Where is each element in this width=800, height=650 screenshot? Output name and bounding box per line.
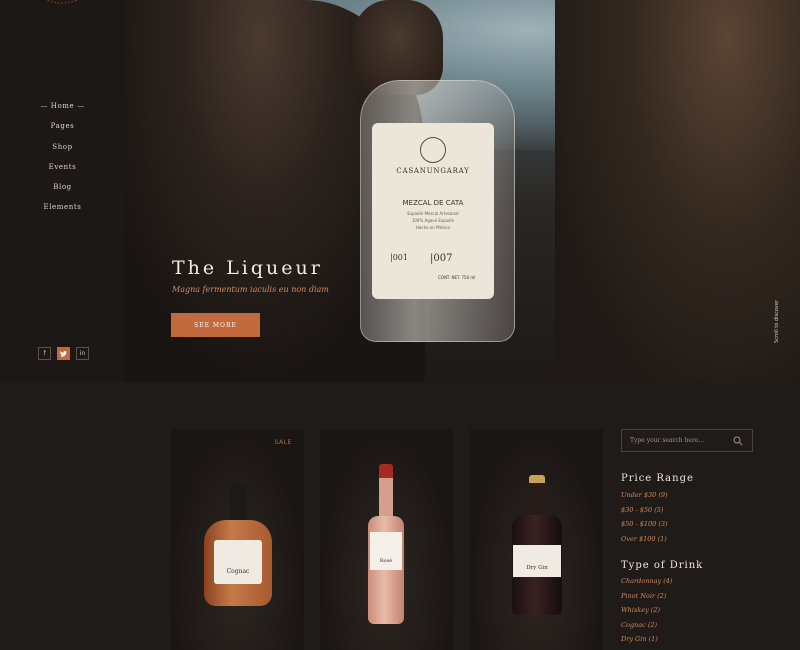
drink-type-list: Chardonnay (4) Pinot Noir (2) Whiskey (2… xyxy=(621,577,672,650)
price-range-title: Price Range xyxy=(621,473,694,484)
drink-filter-item[interactable]: Whiskey (2) xyxy=(621,606,672,621)
nav-item-pages[interactable]: Pages xyxy=(0,120,125,140)
hero-bottle-image: CASANUNGARAY MEZCAL DE CATA Espadín Mezc… xyxy=(360,80,515,342)
drink-filter-item[interactable]: Chardonnay (4) xyxy=(621,577,672,592)
product-label: Cognac xyxy=(214,540,262,584)
price-range-list: Under $30 (9) $30 - $50 (5) $50 - $100 (… xyxy=(621,491,668,549)
left-sidebar: Home Pages Shop Events Blog Elements f i… xyxy=(0,0,125,382)
nav-item-elements[interactable]: Elements xyxy=(0,201,125,221)
search-icon[interactable] xyxy=(733,436,743,446)
hero-person-right xyxy=(555,0,800,382)
sale-badge: SALE xyxy=(274,439,292,446)
scroll-hint[interactable]: Scroll to discover xyxy=(772,300,786,362)
drink-filter-item[interactable]: Cognac (2) xyxy=(621,621,672,636)
linkedin-icon[interactable]: in xyxy=(76,347,89,360)
hero-title: The Liqueur xyxy=(172,257,323,279)
scroll-hint-text: Scroll to discover xyxy=(774,300,780,343)
bottle-line: Hecho en México xyxy=(415,225,451,230)
drink-filter-item[interactable]: Dry Gin (1) xyxy=(621,635,672,650)
nav-item-events[interactable]: Events xyxy=(0,161,125,181)
main-nav: Home Pages Shop Events Blog Elements xyxy=(0,100,125,222)
bottle-name: MEZCAL DE CATA xyxy=(402,199,464,207)
bottle-net: CONT. NET. 750 ml xyxy=(438,275,476,280)
product-label: Rosé xyxy=(370,532,402,570)
bottle-emblem-icon xyxy=(420,137,446,163)
price-filter-item[interactable]: Under $30 (9) xyxy=(621,491,668,506)
hero-subtitle: Magna fermentum iaculis eu non diam xyxy=(172,285,329,294)
gin-bottle-image: Dry Gin xyxy=(512,475,562,615)
product-card-cognac[interactable]: SALE Cognac xyxy=(171,429,304,650)
price-filter-item[interactable]: Over $100 (1) xyxy=(621,535,668,550)
bottle-line: Espadín Mezcal Artesanal xyxy=(407,211,459,216)
rose-bottle-image: Rosé xyxy=(368,464,404,624)
bottle-brand: CASANUNGARAY xyxy=(396,167,470,175)
nav-item-blog[interactable]: Blog xyxy=(0,181,125,201)
drink-filter-item[interactable]: Pinot Noir (2) xyxy=(621,592,672,607)
logo-icon[interactable] xyxy=(34,0,90,10)
bottle-lote: |001 xyxy=(390,253,408,262)
product-label: Dry Gin xyxy=(513,545,561,577)
twitter-icon[interactable] xyxy=(57,347,70,360)
facebook-icon[interactable]: f xyxy=(38,347,51,360)
search-box xyxy=(621,429,753,452)
drink-type-title: Type of Drink xyxy=(621,560,704,571)
see-more-button[interactable]: SEE MORE xyxy=(171,313,260,337)
nav-item-home[interactable]: Home xyxy=(0,100,125,120)
social-links: f in xyxy=(38,347,89,360)
search-input[interactable] xyxy=(630,437,735,444)
bottle-line: 100% Agave Espadín xyxy=(411,218,455,223)
product-card-dry-gin[interactable]: Dry Gin xyxy=(470,429,603,650)
price-filter-item[interactable]: $30 - $50 (5) xyxy=(621,506,668,521)
nav-item-shop[interactable]: Shop xyxy=(0,141,125,161)
bottle-number: |007 xyxy=(430,253,453,264)
bottle-label: CASANUNGARAY MEZCAL DE CATA Espadín Mezc… xyxy=(372,123,494,299)
price-filter-item[interactable]: $50 - $100 (3) xyxy=(621,520,668,535)
cognac-bottle-image: Cognac xyxy=(204,484,272,606)
product-card-rose[interactable]: Rosé xyxy=(320,429,453,650)
